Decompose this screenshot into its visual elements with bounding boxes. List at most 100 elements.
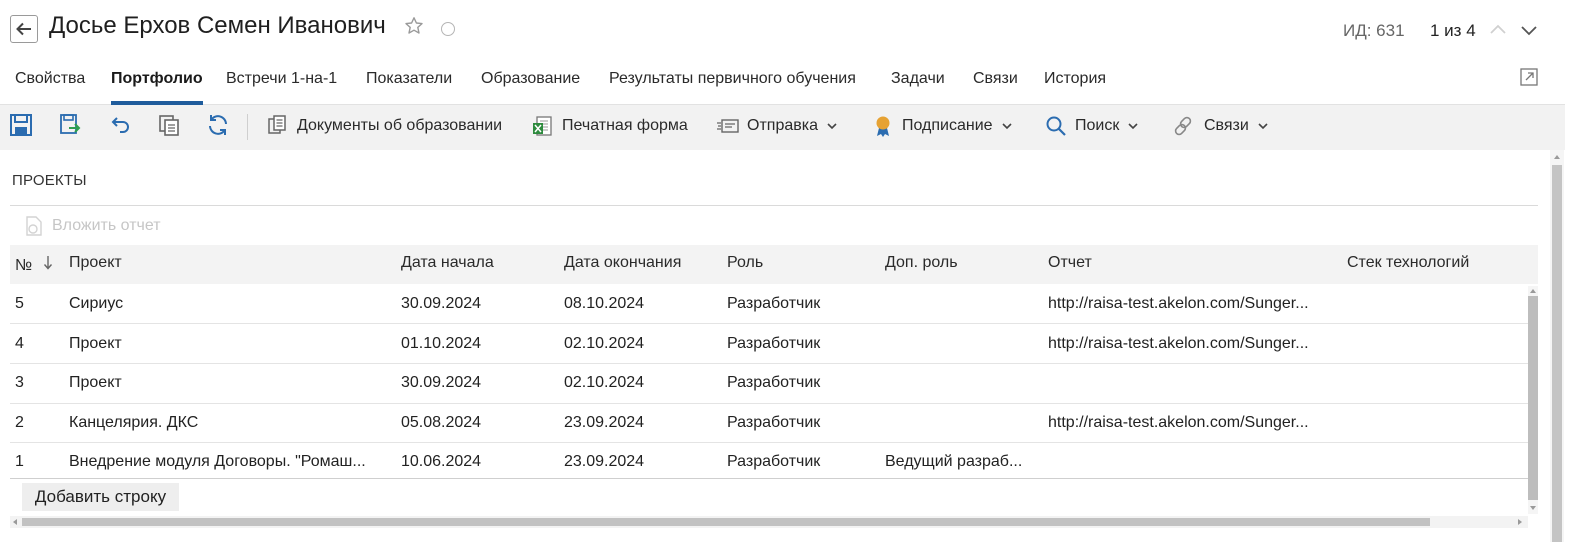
cell-role: Разработчик: [727, 374, 821, 391]
sign-label: Подписание: [902, 117, 993, 134]
grid-bottom-border: [10, 478, 1528, 479]
send-dropdown[interactable]: Отправка: [717, 113, 838, 139]
page-scroll-up-arrow-icon[interactable]: [1553, 153, 1561, 161]
attach-report-button[interactable]: Вложить отчет: [24, 214, 161, 238]
save-icon[interactable]: [9, 113, 33, 137]
tab-bar: Свойства Портфолио Встречи 1-на-1 Показа…: [0, 60, 1565, 105]
search-icon: [1046, 116, 1066, 136]
page-vertical-scroll-thumb[interactable]: [1552, 165, 1562, 542]
column-header-role[interactable]: Роль: [727, 254, 763, 272]
cell-project: Проект: [69, 374, 122, 391]
links-label: Связи: [1204, 117, 1249, 134]
cell-project: Сириус: [69, 295, 124, 312]
documents-label: Документы об образовании: [297, 117, 503, 134]
column-header-tech-stack[interactable]: Стек технологий: [1347, 254, 1469, 272]
documents-button[interactable]: Документы об образовании: [267, 113, 502, 139]
medal-icon: [876, 116, 890, 137]
chevron-down-icon[interactable]: [1520, 21, 1538, 39]
grid-vertical-scroll-thumb[interactable]: [1528, 296, 1538, 500]
copy-icon[interactable]: [157, 113, 181, 137]
cell-start-date: 30.09.2024: [401, 374, 482, 391]
attach-report-label: Вложить отчет: [52, 217, 161, 234]
save-and-close-icon[interactable]: [58, 113, 82, 137]
scroll-up-arrow-icon[interactable]: [1529, 287, 1537, 295]
cell-start-date: 30.09.2024: [401, 295, 482, 312]
excel-icon: [533, 116, 552, 136]
print-form-button[interactable]: Печатная форма: [532, 113, 688, 139]
sort-down-icon: [43, 256, 52, 270]
column-header-start-date[interactable]: Дата начала: [401, 254, 494, 272]
cell-role: Разработчик: [727, 453, 821, 470]
column-header-number[interactable]: №: [15, 254, 52, 275]
links-dropdown[interactable]: Связи: [1174, 113, 1269, 139]
dossier-header: Досье Ерхов Семен Иванович ИД: 631 1 из …: [0, 0, 1590, 60]
cell-number: 3: [15, 374, 24, 391]
grid-horizontal-scroll-thumb[interactable]: [22, 518, 1430, 526]
scroll-right-arrow-icon[interactable]: [1516, 518, 1524, 526]
tab-indicators[interactable]: Показатели: [366, 70, 452, 105]
grid-header: [10, 245, 1538, 284]
link-icon: [1174, 116, 1192, 136]
star-icon[interactable]: [404, 16, 424, 36]
tab-history[interactable]: История: [1044, 70, 1106, 105]
chevron-down-icon: [827, 123, 837, 130]
scroll-down-arrow-icon[interactable]: [1529, 504, 1537, 512]
print-form-label: Печатная форма: [562, 117, 688, 134]
cell-start-date: 10.06.2024: [401, 453, 482, 470]
cell-end-date: 08.10.2024: [564, 295, 645, 312]
scroll-left-arrow-icon[interactable]: [11, 518, 19, 526]
undo-icon[interactable]: [108, 113, 132, 137]
page-title: Досье Ерхов Семен Иванович: [49, 12, 386, 39]
popout-icon[interactable]: [1519, 67, 1539, 87]
sign-dropdown[interactable]: Подписание: [872, 113, 1013, 139]
column-header-report[interactable]: Отчет: [1048, 254, 1092, 272]
section-divider: [10, 205, 1538, 206]
cell-end-date: 02.10.2024: [564, 374, 645, 391]
tab-training-results[interactable]: Результаты первичного обучения: [609, 70, 856, 105]
cell-start-date: 05.08.2024: [401, 414, 482, 431]
back-button[interactable]: [10, 15, 38, 43]
record-pager: 1 из 4: [1430, 21, 1476, 40]
record-id: ИД: 631: [1343, 21, 1405, 40]
cell-extra-role: Ведущий разраб...: [885, 453, 1023, 470]
tab-properties[interactable]: Свойства: [15, 70, 85, 105]
tab-one-on-one[interactable]: Встречи 1-на-1: [226, 70, 337, 105]
chevron-down-icon: [1001, 123, 1012, 130]
send-icon: [717, 119, 739, 133]
cell-role: Разработчик: [727, 414, 821, 431]
toolbar-separator: [247, 114, 248, 140]
cell-number: 1: [15, 453, 24, 470]
cell-project: Внедрение модуля Договоры. "Ромаш...: [69, 453, 366, 470]
cell-role: Разработчик: [727, 295, 821, 312]
chevron-up-icon[interactable]: [1489, 21, 1507, 39]
cell-project: Проект: [69, 335, 122, 352]
column-header-project[interactable]: Проект: [69, 254, 122, 272]
tab-portfolio[interactable]: Портфолио: [111, 70, 203, 105]
tab-links[interactable]: Связи: [973, 70, 1018, 105]
cell-number: 5: [15, 295, 24, 312]
tab-education[interactable]: Образование: [481, 70, 580, 105]
status-circle-icon[interactable]: [441, 22, 455, 36]
attach-icon: [26, 216, 42, 236]
tab-tasks[interactable]: Задачи: [891, 70, 945, 105]
cell-report-link[interactable]: http://raisa-test.akelon.com/Sunger...: [1048, 414, 1338, 432]
column-header-end-date[interactable]: Дата окончания: [564, 254, 681, 272]
search-dropdown[interactable]: Поиск: [1045, 113, 1139, 139]
add-row-button[interactable]: Добавить строку: [22, 483, 179, 511]
column-label: №: [15, 257, 33, 274]
cell-role: Разработчик: [727, 335, 821, 352]
chevron-down-icon: [1128, 123, 1138, 130]
cell-report-link[interactable]: http://raisa-test.akelon.com/Sunger...: [1048, 295, 1338, 313]
cell-report-link[interactable]: http://raisa-test.akelon.com/Sunger...: [1048, 335, 1338, 353]
cell-number: 2: [15, 414, 24, 431]
documents-icon: [268, 115, 286, 134]
cell-number: 4: [15, 335, 24, 352]
column-header-extra-role[interactable]: Доп. роль: [885, 254, 958, 272]
search-label: Поиск: [1075, 117, 1120, 134]
cell-end-date: 23.09.2024: [564, 453, 645, 470]
cell-end-date: 02.10.2024: [564, 335, 645, 352]
refresh-icon[interactable]: [206, 113, 230, 137]
cell-project: Канцелярия. ДКС: [69, 414, 199, 431]
section-title: ПРОЕКТЫ: [12, 172, 87, 189]
cell-end-date: 23.09.2024: [564, 414, 645, 431]
